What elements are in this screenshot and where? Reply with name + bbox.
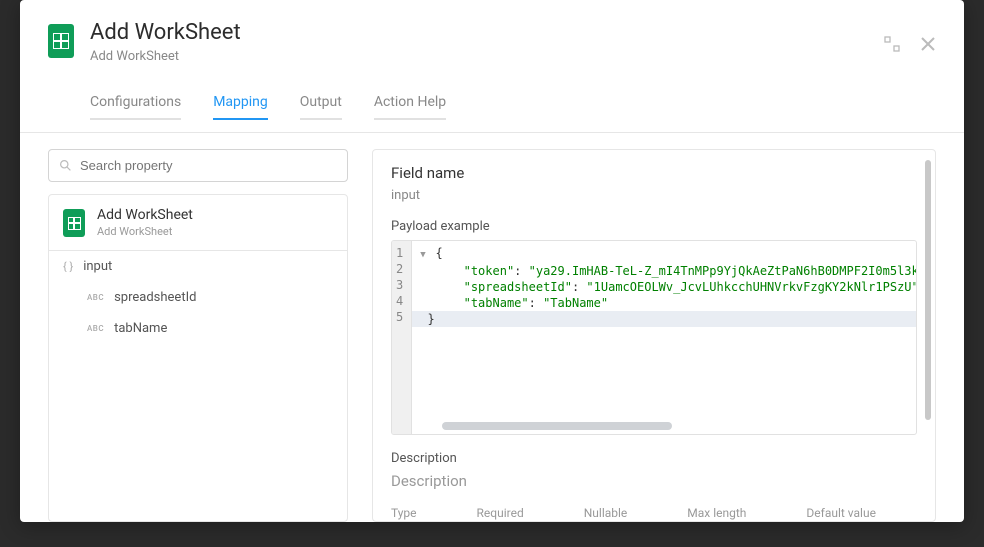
- close-icon[interactable]: [920, 36, 936, 52]
- property-tree: Add WorkSheet Add WorkSheet { } input AB…: [48, 194, 348, 522]
- expand-icon[interactable]: [884, 36, 900, 52]
- fold-icon[interactable]: ▼: [420, 247, 428, 263]
- modal-body: Add WorkSheet Add WorkSheet { } input AB…: [20, 133, 964, 522]
- meta-default: Default value: [806, 506, 876, 520]
- string-icon: ABC: [87, 324, 104, 333]
- line-gutter: 12345: [392, 241, 412, 434]
- meta-required: Required: [477, 506, 524, 520]
- horizontal-scrollbar[interactable]: [432, 422, 906, 430]
- modal-title: Add WorkSheet: [90, 20, 868, 45]
- left-panel: Add WorkSheet Add WorkSheet { } input AB…: [48, 149, 348, 522]
- tab-action-help[interactable]: Action Help: [374, 94, 446, 120]
- search-icon: [59, 159, 72, 172]
- title-block: Add WorkSheet Add WorkSheet Configuratio…: [90, 20, 868, 120]
- description-label: Description: [391, 451, 917, 466]
- scrollbar[interactable]: [925, 160, 931, 420]
- tree-node-label: tabName: [114, 321, 167, 336]
- google-sheets-icon: [48, 24, 74, 58]
- tree-row-spreadsheetid[interactable]: ABC spreadsheetId: [49, 282, 347, 313]
- description-value: Description: [391, 472, 917, 490]
- meta-nullable: Nullable: [584, 506, 628, 520]
- search-box[interactable]: [48, 149, 348, 182]
- tree-row-input[interactable]: { } input: [49, 251, 347, 282]
- code-content[interactable]: ▼ { "token": "ya29.ImHAB-TeL-Z_mI4TnMPp9…: [412, 241, 916, 434]
- modal-dialog: Add WorkSheet Add WorkSheet Configuratio…: [20, 0, 964, 522]
- meta-row: Type Required Nullable Max length Defaul…: [391, 506, 917, 520]
- header-actions: [884, 20, 936, 52]
- tree-header-sub: Add WorkSheet: [97, 225, 193, 238]
- modal-subtitle: Add WorkSheet: [90, 49, 868, 64]
- tabs: Configurations Mapping Output Action Hel…: [90, 82, 868, 120]
- field-name-label: Field name: [391, 164, 917, 182]
- meta-type: Type: [391, 506, 417, 520]
- object-icon: { }: [63, 260, 73, 273]
- google-sheets-icon: [63, 209, 85, 237]
- tree-header-title: Add WorkSheet: [97, 207, 193, 223]
- tree-header[interactable]: Add WorkSheet Add WorkSheet: [49, 195, 347, 251]
- tree-row-tabname[interactable]: ABC tabName: [49, 313, 347, 344]
- field-name-value: input: [391, 188, 917, 203]
- tree-node-label: input: [83, 259, 112, 274]
- right-panel[interactable]: Field name input Payload example 12345 ▼…: [372, 149, 936, 522]
- string-icon: ABC: [87, 293, 104, 302]
- payload-example-label: Payload example: [391, 219, 917, 234]
- tab-output[interactable]: Output: [300, 94, 342, 120]
- search-input[interactable]: [80, 158, 337, 173]
- tab-mapping[interactable]: Mapping: [213, 94, 268, 120]
- meta-maxlength: Max length: [687, 506, 746, 520]
- modal-header: Add WorkSheet Add WorkSheet Configuratio…: [20, 0, 964, 133]
- code-editor[interactable]: 12345 ▼ { "token": "ya29.ImHAB-TeL-Z_mI4…: [391, 240, 917, 435]
- tab-configurations[interactable]: Configurations: [90, 94, 181, 120]
- tree-node-label: spreadsheetId: [114, 290, 196, 305]
